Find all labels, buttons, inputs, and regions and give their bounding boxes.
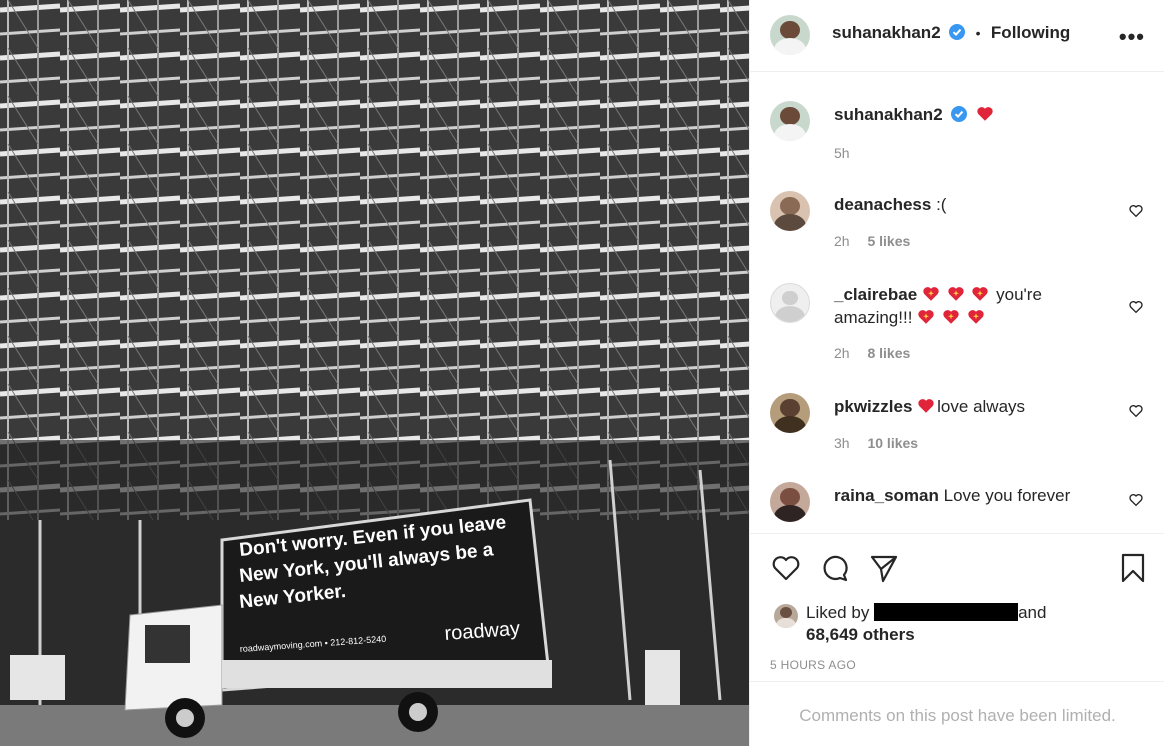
liked-by-prefix: Liked by <box>806 603 870 622</box>
comment-text: Love you forever <box>943 486 1071 505</box>
liked-by-avatar[interactable] <box>774 604 798 628</box>
comment-bubble-icon[interactable] <box>819 552 851 584</box>
post-photo[interactable]: Don't worry. Even if you leave New York,… <box>0 0 749 746</box>
verified-badge-icon <box>949 24 966 40</box>
share-send-icon[interactable] <box>868 552 900 584</box>
comment-username[interactable]: pkwizzles <box>834 397 912 416</box>
caption-avatar[interactable] <box>770 101 810 141</box>
author-username[interactable]: suhanakhan2 <box>832 23 941 42</box>
comment-text: you're <box>996 285 1042 304</box>
comment-likes[interactable]: 10 likes <box>867 435 918 451</box>
liked-by: Liked by and 68,649 others <box>770 602 1150 646</box>
comment-item: deanachess :( 2h 5 likes <box>770 191 1150 251</box>
sparkling-heart-emoji-icon <box>972 287 989 301</box>
more-options-icon[interactable]: ••• <box>1119 24 1145 50</box>
comment-username[interactable]: raina_soman <box>834 486 939 505</box>
commenter-avatar[interactable] <box>770 191 810 231</box>
caption-time: 5h <box>834 145 850 161</box>
post-header: suhanakhan2 • Following ••• <box>750 0 1164 72</box>
liked-by-suffix: and <box>1018 603 1047 622</box>
like-comment-heart-icon[interactable] <box>1128 492 1144 508</box>
post-side-panel: suhanakhan2 • Following ••• suhanakhan2 <box>749 0 1164 746</box>
scaffolding-photo: Don't worry. Even if you leave New York,… <box>0 0 749 746</box>
red-heart-emoji-icon <box>918 399 934 413</box>
like-comment-heart-icon[interactable] <box>1128 403 1144 419</box>
sparkling-heart-emoji-icon <box>943 310 959 324</box>
redacted-username <box>874 603 1019 621</box>
comment-item: _clairebae you're amazing!!! 2h 8 likes <box>770 281 1150 361</box>
comment-text: love always <box>937 397 1026 416</box>
comment-text: :( <box>936 195 947 214</box>
like-comment-heart-icon[interactable] <box>1128 203 1144 219</box>
post-actions-bar <box>750 533 1164 593</box>
comment-time: 2h <box>834 233 850 249</box>
sparkling-heart-emoji-icon <box>923 287 939 301</box>
commenter-avatar[interactable] <box>770 482 810 522</box>
sparkling-heart-emoji-icon <box>967 310 984 324</box>
verified-badge-icon <box>951 106 968 122</box>
following-button[interactable]: Following <box>991 23 1070 42</box>
comment-time: 2h <box>834 345 850 361</box>
save-bookmark-icon[interactable] <box>1117 552 1149 584</box>
comment-text-continued: amazing!!! <box>834 308 913 327</box>
comment-time: 3h <box>834 435 850 451</box>
like-comment-heart-icon[interactable] <box>1128 299 1144 315</box>
author-avatar[interactable] <box>770 15 810 55</box>
comments-list[interactable]: suhanakhan2 5h deanachess :(2h 5 likes … <box>750 73 1164 528</box>
likes-count[interactable]: 68,649 others <box>806 625 915 644</box>
comment-likes[interactable]: 5 likes <box>867 233 910 249</box>
post-timestamp[interactable]: 5 HOURS AGO <box>770 658 856 672</box>
separator-dot: • <box>975 25 981 41</box>
commenter-avatar[interactable] <box>770 393 810 433</box>
caption-username[interactable]: suhanakhan2 <box>834 105 943 124</box>
comment-item: pkwizzles love always 3h 10 likes <box>770 393 1150 453</box>
like-heart-icon[interactable] <box>770 552 802 584</box>
comment-item: raina_soman Love you forever <box>770 482 1150 528</box>
sparkling-heart-emoji-icon <box>918 310 934 324</box>
comments-limited-notice: Comments on this post have been limited. <box>750 681 1164 746</box>
comment-likes[interactable]: 8 likes <box>867 345 910 361</box>
comment-username[interactable]: _clairebae <box>834 285 917 304</box>
caption: suhanakhan2 5h <box>770 101 1150 161</box>
comment-username[interactable]: deanachess <box>834 195 931 214</box>
sparkling-heart-emoji-icon <box>948 287 964 301</box>
red-heart-emoji-icon <box>977 107 993 121</box>
commenter-avatar-placeholder[interactable] <box>770 283 810 323</box>
